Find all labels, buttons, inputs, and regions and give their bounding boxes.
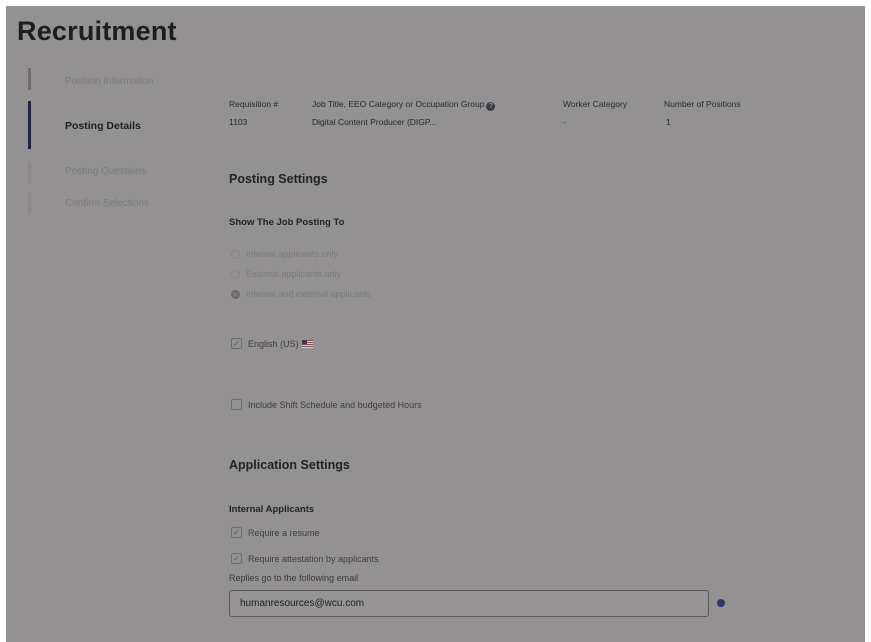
sidebar-item-label: Posting Details [65, 120, 141, 132]
checkbox-checked[interactable]: ✓ [231, 527, 242, 538]
checkbox-checked[interactable]: ✓ [231, 338, 242, 349]
radio-external-only[interactable]: External applicants only [231, 269, 341, 279]
posting-settings-heading: Posting Settings [229, 172, 328, 186]
shift-schedule-label: Include Shift Schedule and budgeted Hour… [248, 399, 422, 410]
checkbox[interactable] [231, 399, 242, 410]
application-settings-heading: Application Settings [229, 458, 350, 472]
sidebar-item-label: Position Information [65, 76, 154, 87]
sidebar-item-label: Posting Questions [65, 166, 147, 177]
radio-internal-and-external[interactable]: Internal and external applicants [231, 289, 371, 299]
worker-category-value: - [563, 117, 566, 127]
number-of-positions-label: Number of Positions [664, 99, 741, 109]
recruitment-page: Recruitment Position Information Posting… [6, 6, 865, 642]
radio-button-selected[interactable] [231, 289, 240, 299]
job-title-label-text: Job Title, EEO Category or Occupation Gr… [312, 99, 485, 109]
sidebar-indicator-active [28, 101, 31, 149]
show-job-posting-to-label: Show The Job Posting To [229, 217, 345, 228]
requisition-label: Requisition # [229, 99, 279, 109]
radio-button[interactable] [231, 269, 240, 279]
require-attestation-label: Require attestation by applicants [248, 553, 379, 564]
radio-button[interactable] [231, 249, 240, 259]
worker-category-label: Worker Category [563, 99, 628, 109]
language-english-us[interactable]: ✓ English (US) [231, 338, 313, 349]
page-title: Recruitment [17, 16, 177, 46]
reply-email-label: Replies go to the following email [229, 573, 359, 583]
sidebar-indicator [28, 192, 31, 214]
sidebar-indicator [28, 68, 31, 90]
reply-email-input[interactable]: humanresources@wcu.com [229, 590, 709, 617]
radio-label: Internal and external applicants [246, 289, 372, 299]
requisition-value: 1103 [229, 117, 248, 127]
radio-label: Internal applicants only [246, 249, 339, 259]
checkbox-checked[interactable]: ✓ [231, 553, 242, 564]
question-icon[interactable]: ? [486, 102, 496, 111]
shift-schedule-option[interactable]: Include Shift Schedule and budgeted Hour… [231, 399, 422, 410]
require-attestation-option[interactable]: ✓ Require attestation by applicants [231, 553, 379, 564]
require-resume-label: Require a resume [248, 527, 320, 538]
radio-label: External applicants only [246, 269, 342, 279]
info-icon[interactable] [717, 599, 725, 607]
language-label: English (US) [248, 338, 299, 349]
job-title-label: Job Title, EEO Category or Occupation Gr… [312, 99, 496, 111]
sidebar-item-label: Confirm Selections [65, 198, 149, 209]
internal-applicants-label: Internal Applicants [229, 504, 315, 515]
sidebar-indicator [28, 162, 31, 184]
radio-internal-only[interactable]: Internal applicants only [231, 249, 338, 259]
require-resume-option[interactable]: ✓ Require a resume [231, 527, 320, 538]
number-of-positions-value: 1 [666, 117, 671, 127]
us-flag-icon [301, 339, 313, 348]
job-title-value: Digital Content Producer (DIGP... [312, 117, 437, 127]
